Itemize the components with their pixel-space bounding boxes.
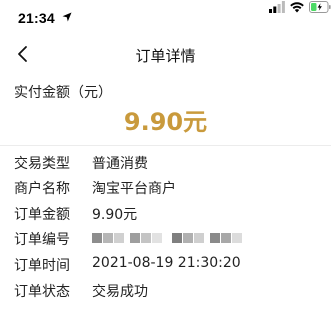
battery-icon <box>309 1 331 13</box>
redaction-block <box>152 233 162 243</box>
order-time-label: 订单时间 <box>14 258 70 274</box>
signal-icon <box>269 1 285 13</box>
redaction-block <box>92 233 102 243</box>
order-amount-label: 订单金额 <box>14 207 70 223</box>
status-time: 21:34 <box>18 10 55 26</box>
redaction-block <box>114 233 124 243</box>
section-divider <box>0 145 331 146</box>
redaction-block <box>103 233 113 243</box>
wifi-icon <box>290 2 304 13</box>
navigation-bar: 订单详情 <box>0 36 331 72</box>
redaction-block <box>194 233 204 243</box>
redaction-block <box>232 233 242 243</box>
paid-amount-value: 9.90元 <box>123 108 208 136</box>
redaction-block <box>210 233 220 243</box>
redaction-block <box>183 233 193 243</box>
order-number-label: 订单编号 <box>14 232 70 248</box>
order-status-value: 交易成功 <box>92 284 148 300</box>
redaction-block <box>141 233 151 243</box>
merchant-name-label: 商户名称 <box>14 181 70 197</box>
status-bar: 21:34 <box>0 0 331 36</box>
redaction-block <box>130 233 140 243</box>
paid-amount-label: 实付金额（元） <box>14 85 112 101</box>
redaction-block <box>221 233 231 243</box>
merchant-name-value: 淘宝平台商户 <box>92 181 176 197</box>
transaction-type-label: 交易类型 <box>14 156 70 172</box>
order-number-redacted <box>92 231 252 245</box>
transaction-type-value: 普通消费 <box>92 156 148 172</box>
order-status-label: 订单状态 <box>14 284 70 300</box>
page-title: 订单详情 <box>135 47 196 65</box>
location-arrow-icon <box>62 12 72 22</box>
redaction-block <box>172 233 182 243</box>
order-time-value: 2021-08-19 21:30:20 <box>92 255 241 271</box>
order-amount-value: 9.90元 <box>92 207 138 223</box>
